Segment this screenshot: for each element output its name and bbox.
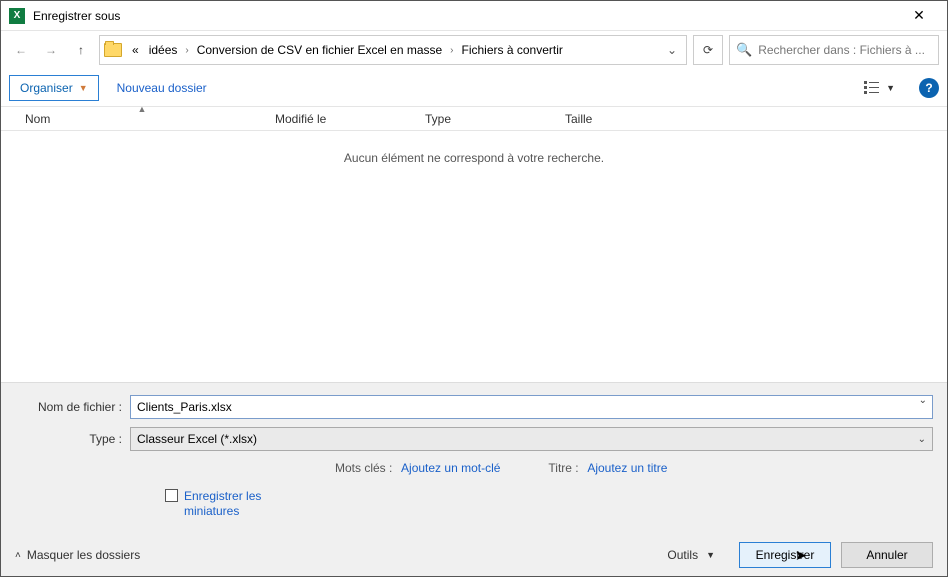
- column-header-name[interactable]: Nom ▲: [17, 112, 267, 126]
- address-dropdown[interactable]: ⌄: [662, 38, 682, 62]
- help-button[interactable]: ?: [919, 78, 939, 98]
- chevron-down-icon: ⌄: [918, 434, 926, 445]
- window-title: Enregistrer sous: [33, 9, 899, 23]
- breadcrumb-item[interactable]: idées: [145, 41, 182, 59]
- sort-asc-icon: ▲: [138, 104, 147, 114]
- column-header-size[interactable]: Taille: [557, 112, 657, 126]
- thumbnails-label[interactable]: Enregistrer les miniatures: [184, 489, 274, 518]
- hide-folders-toggle[interactable]: ˄ Masquer les dossiers: [15, 548, 140, 562]
- chevron-down-icon: ▼: [886, 83, 895, 93]
- search-icon: 🔍: [736, 42, 752, 58]
- chevron-down-icon: ▼: [706, 550, 715, 560]
- close-button[interactable]: ✕: [899, 1, 939, 31]
- filename-input[interactable]: [130, 395, 933, 419]
- breadcrumb-prefix: «: [128, 41, 143, 59]
- title-meta-label: Titre :: [548, 461, 578, 475]
- breadcrumb-item[interactable]: Fichiers à convertir: [458, 41, 567, 59]
- filetype-combo[interactable]: Classeur Excel (*.xlsx) ⌄: [130, 427, 933, 451]
- search-placeholder: Rechercher dans : Fichiers à ...: [758, 43, 925, 57]
- keywords-link[interactable]: Ajoutez un mot-clé: [401, 461, 500, 475]
- tools-label: Outils: [667, 548, 698, 562]
- breadcrumb-item[interactable]: Conversion de CSV en fichier Excel en ma…: [193, 41, 446, 59]
- chevron-up-icon: ˄: [15, 550, 21, 561]
- filename-label: Nom de fichier :: [15, 400, 130, 414]
- cancel-button[interactable]: Annuler: [841, 542, 933, 568]
- chevron-right-icon[interactable]: ›: [448, 45, 455, 56]
- thumbnails-checkbox[interactable]: [165, 489, 178, 502]
- chevron-right-icon[interactable]: ›: [183, 45, 190, 56]
- chevron-down-icon: ▼: [79, 83, 88, 93]
- tools-menu[interactable]: Outils ▼: [667, 548, 715, 562]
- view-list-icon: [864, 81, 882, 95]
- filetype-value: Classeur Excel (*.xlsx): [137, 432, 257, 446]
- search-input[interactable]: 🔍 Rechercher dans : Fichiers à ...: [729, 35, 939, 65]
- filetype-label: Type :: [15, 432, 130, 446]
- column-header-modified[interactable]: Modifié le: [267, 112, 417, 126]
- address-bar[interactable]: « idées › Conversion de CSV en fichier E…: [99, 35, 687, 65]
- file-list-area: Aucun élément ne correspond à votre rech…: [1, 131, 947, 391]
- empty-message: Aucun élément ne correspond à votre rech…: [1, 131, 947, 165]
- refresh-button[interactable]: ⟳: [693, 35, 723, 65]
- folder-icon: [104, 43, 122, 57]
- keywords-label: Mots clés :: [335, 461, 392, 475]
- nav-up-button[interactable]: ↑: [69, 38, 93, 62]
- title-meta-link[interactable]: Ajoutez un titre: [587, 461, 667, 475]
- new-folder-button[interactable]: Nouveau dossier: [117, 81, 207, 95]
- view-options-button[interactable]: ▼: [858, 79, 901, 97]
- organize-label: Organiser: [20, 81, 73, 95]
- excel-app-icon: [9, 8, 25, 24]
- save-button[interactable]: Enregistrer: [739, 542, 831, 568]
- chevron-down-icon[interactable]: ⌄: [919, 395, 927, 406]
- organize-button[interactable]: Organiser ▼: [9, 75, 99, 101]
- nav-back-button[interactable]: ←: [9, 38, 33, 62]
- hide-folders-label: Masquer les dossiers: [27, 548, 140, 562]
- column-header-type[interactable]: Type: [417, 112, 557, 126]
- nav-forward-button[interactable]: →: [39, 38, 63, 62]
